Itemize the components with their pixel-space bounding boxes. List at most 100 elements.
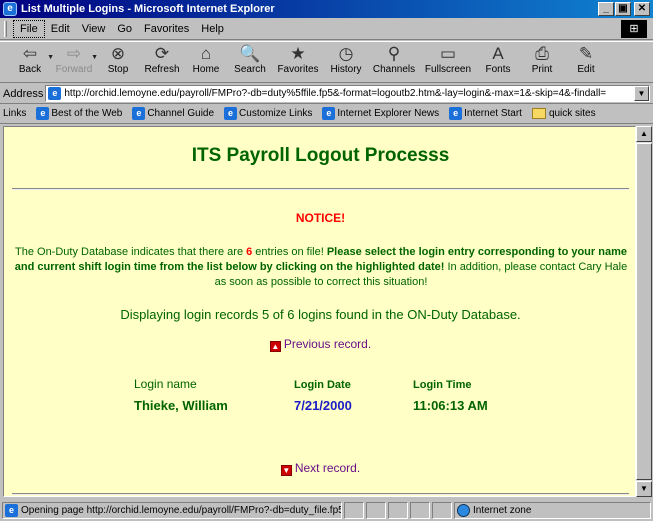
home-icon: ⌂ [200, 44, 212, 63]
link-best-of-the-web[interactable]: e Best of the Web [36, 107, 122, 120]
toolbar-stop-button[interactable]: ⊗ Stop [96, 42, 140, 82]
records-summary: Displaying login records 5 of 6 logins f… [120, 307, 521, 322]
standard-toolbar: ⇦ Back ▼ ⇨ Forward ▼ ⊗ Stop ⟳ Refresh ⌂ Home 🔍 Search… [0, 41, 653, 83]
ie-page-icon: e [449, 107, 463, 120]
toolbar-edit-button[interactable]: ✎ Edit [564, 42, 608, 82]
link-label: Customize Links [239, 108, 313, 119]
link-label: quick sites [548, 108, 596, 119]
link-channel-guide[interactable]: e Channel Guide [132, 107, 214, 120]
loading-page-icon: e [5, 504, 18, 517]
previous-record-link[interactable]: ▲ Previous record. [4, 337, 635, 352]
toolbar-label: History [330, 64, 362, 75]
minimize-button[interactable]: _ [598, 2, 614, 16]
toolbar-label: Edit [577, 64, 595, 75]
scroll-up-icon[interactable]: ▲ [636, 126, 652, 142]
address-input[interactable]: e http://orchid.lemoyne.edu/payroll/FMPr… [45, 85, 650, 102]
link-customize-links[interactable]: e Customize Links [224, 107, 312, 120]
toolbar-channels-button[interactable]: ⚲ Channels [368, 42, 420, 82]
status-pane-5 [432, 502, 452, 519]
menu-favorites[interactable]: Favorites [138, 21, 195, 37]
ie-app-icon: e [3, 2, 17, 16]
toolbar-label: Stop [107, 64, 129, 75]
col-login-time: Login Time [413, 379, 472, 391]
maximize-button[interactable]: ▣ [615, 2, 631, 16]
ie-page-icon: e [322, 107, 336, 120]
address-label: Address [3, 87, 44, 100]
previous-arrow-icon: ▲ [269, 341, 281, 352]
page-title: ITS Payroll Logout Processs [191, 145, 450, 166]
record-login-date-link[interactable]: 7/21/2000 [294, 398, 352, 413]
edit-icon: ✎ [578, 44, 594, 63]
link-label: Internet Explorer News [337, 108, 440, 119]
menu-grip [4, 20, 7, 37]
fonts-icon: A [492, 44, 504, 63]
search-icon: 🔍 [239, 44, 261, 63]
toolbar-back-button[interactable]: ⇦ Back ▼ [8, 42, 54, 82]
toolbar-label: Refresh [144, 64, 180, 75]
toolbar-label: Favorites [277, 64, 319, 75]
favorites-icon: ★ [290, 44, 306, 63]
zone-label: Internet zone [473, 505, 532, 516]
toolbar-fonts-button[interactable]: A Fonts [476, 42, 520, 82]
status-text-pane: e Opening page http://orchid.lemoyne.edu… [2, 502, 342, 519]
menu-go[interactable]: Go [111, 21, 138, 37]
toolbar-fullscreen-button[interactable]: ▭ Fullscreen [420, 42, 476, 82]
menu-view[interactable]: View [76, 21, 112, 37]
close-button[interactable]: ✕ [634, 2, 650, 16]
page-content: ITS Payroll Logout Processs NOTICE! The … [3, 126, 636, 497]
scroll-thumb[interactable] [636, 143, 652, 480]
record-login-time: 11:06:13 AM [413, 398, 488, 413]
link-label: Best of the Web [51, 108, 123, 119]
toolbar-label: Search [234, 64, 266, 75]
notice-heading: NOTICE! [295, 211, 346, 225]
toolbar-home-button[interactable]: ⌂ Home [184, 42, 228, 82]
stop-icon: ⊗ [110, 44, 126, 63]
address-dropdown-icon[interactable]: ▼ [634, 86, 649, 101]
link-internet-start[interactable]: e Internet Start [449, 107, 522, 120]
status-pane-1 [344, 502, 364, 519]
back-arrow-icon: ⇦ [22, 44, 38, 63]
status-bar: e Opening page http://orchid.lemoyne.edu… [0, 500, 653, 521]
toolbar-label: Home [192, 64, 220, 75]
col-login-date: Login Date [294, 379, 351, 391]
toolbar-label: Forward [55, 64, 93, 75]
notice-text-b: entries on file! [252, 246, 327, 258]
link-internet-explorer-news[interactable]: e Internet Explorer News [322, 107, 439, 120]
link-quick-sites[interactable]: quick sites [531, 108, 596, 119]
page-icon: e [48, 87, 62, 100]
forward-arrow-icon: ⇨ [66, 44, 82, 63]
status-pane-3 [388, 502, 408, 519]
window-title-bar[interactable]: e List Multiple Logins - Microsoft Inter… [0, 0, 653, 18]
toolbar-label: Print [531, 64, 553, 75]
refresh-icon: ⟳ [154, 44, 170, 63]
status-pane-4 [410, 502, 430, 519]
record-login-name: Thieke, William [134, 398, 228, 413]
vertical-scrollbar[interactable]: ▲ ▼ [636, 126, 652, 497]
channels-icon: ⚲ [387, 44, 401, 63]
links-bar: Links e Best of the Web e Channel Guide e Cus… [0, 104, 653, 124]
next-record-label[interactable]: Next record. [295, 461, 360, 475]
toolbar-favorites-button[interactable]: ★ Favorites [272, 42, 324, 82]
toolbar-label: Channels [372, 64, 416, 75]
scroll-down-icon[interactable]: ▼ [636, 481, 652, 497]
next-arrow-icon: ▼ [280, 465, 292, 476]
toolbar-label: Fullscreen [424, 64, 472, 75]
toolbar-refresh-button[interactable]: ⟳ Refresh [140, 42, 184, 82]
internet-zone-globe-icon [457, 504, 470, 517]
toolbar-forward-button[interactable]: ⇨ Forward ▼ [52, 42, 98, 82]
toolbar-print-button[interactable]: ⎙ Print [520, 42, 564, 82]
menu-file[interactable]: File [13, 19, 45, 38]
previous-record-label[interactable]: Previous record. [284, 337, 371, 351]
divider-bottom [12, 493, 629, 495]
ie-page-icon: e [132, 107, 146, 120]
toolbar-history-button[interactable]: ◷ History [324, 42, 368, 82]
menu-edit[interactable]: Edit [45, 21, 76, 37]
next-record-link[interactable]: ▼ Next record. [4, 461, 635, 476]
menu-help[interactable]: Help [195, 21, 230, 37]
links-label: Links [3, 108, 27, 119]
link-label: Internet Start [464, 108, 522, 119]
status-text: Opening page http://orchid.lemoyne.edu/p… [21, 505, 341, 516]
toolbar-search-button[interactable]: 🔍 Search [228, 42, 272, 82]
history-icon: ◷ [338, 44, 354, 63]
folder-icon [531, 108, 546, 119]
